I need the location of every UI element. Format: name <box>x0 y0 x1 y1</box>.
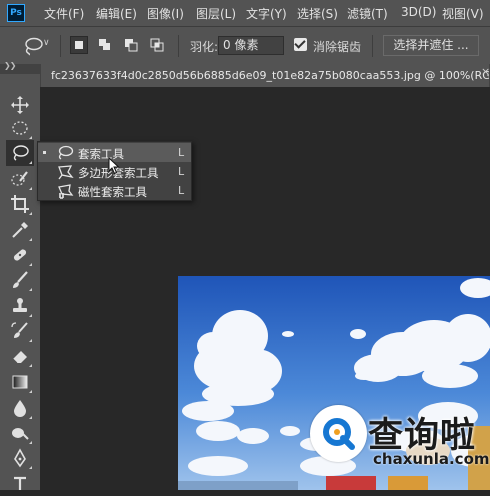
options-bar: ∨ 羽化: 0 像素 消除锯齿 选择并遮住 ... <box>0 26 490 64</box>
select-and-mask-button[interactable]: 选择并遮住 ... <box>383 35 479 56</box>
collapse-panel-icon[interactable]: ❯❯ <box>4 61 16 70</box>
menu-select[interactable]: 选择(S) <box>297 5 338 22</box>
divider <box>372 35 373 57</box>
blur-icon <box>14 400 26 417</box>
flyout-item-shortcut: L <box>178 165 185 178</box>
watermark-url: chaxunla.com <box>373 450 490 468</box>
move-icon <box>11 96 29 114</box>
pen-tool-button[interactable] <box>6 445 34 471</box>
menu-type[interactable]: 文字(Y) <box>246 5 287 22</box>
tool-group-indicator <box>29 136 32 139</box>
crop-icon <box>11 195 29 213</box>
clone-stamp-icon <box>13 298 27 312</box>
blur-tool-button[interactable] <box>6 395 34 421</box>
menu-filter[interactable]: 滤镜(T) <box>347 5 388 22</box>
flyout-item-shortcut: L <box>178 146 185 159</box>
close-tab-icon[interactable]: × <box>481 65 490 78</box>
pen-icon <box>14 448 26 468</box>
antialias-label: 消除锯齿 <box>313 40 362 54</box>
gradient-tool-button[interactable] <box>6 369 34 395</box>
eraser-tool-button[interactable] <box>6 343 34 369</box>
subtract-from-selection-button[interactable] <box>122 36 140 54</box>
eyedropper-tool-button[interactable] <box>6 217 34 243</box>
lasso-tool-button[interactable] <box>6 140 34 166</box>
menu-view[interactable]: 视图(V) <box>442 5 484 22</box>
marquee-tool-button[interactable] <box>6 115 34 141</box>
quick-selection-tool-button[interactable] <box>6 166 34 192</box>
menu-layer[interactable]: 图层(L) <box>196 5 236 22</box>
document-tab-bar: fc23637633f4d0c2850d56b6885d6e09_t01e82a… <box>40 64 490 87</box>
quick-selection-icon <box>11 171 28 186</box>
tool-group-indicator <box>29 238 32 241</box>
gradient-icon <box>12 375 28 389</box>
tool-group-indicator <box>29 364 32 367</box>
tool-group-indicator <box>29 416 32 419</box>
selected-bullet-icon <box>43 151 46 154</box>
brush-icon <box>13 271 28 288</box>
new-selection-button[interactable] <box>70 36 88 54</box>
flyout-item-shortcut: L <box>178 184 185 197</box>
history-brush-icon <box>11 322 28 338</box>
tool-group-indicator <box>29 339 32 342</box>
divider <box>60 35 61 57</box>
divider <box>178 35 179 57</box>
healing-brush-tool-button[interactable] <box>6 242 34 268</box>
tool-group-indicator <box>29 314 32 317</box>
antialias-checkbox[interactable] <box>294 38 307 51</box>
menu-edit[interactable]: 编辑(E) <box>96 5 137 22</box>
type-icon <box>14 476 26 490</box>
crop-tool-button[interactable] <box>6 191 34 217</box>
feather-label: 羽化: <box>190 40 219 54</box>
flyout-item-magnetic-lasso[interactable]: 磁性套索工具 L <box>38 181 191 200</box>
watermark-search-icon <box>321 416 355 450</box>
flyout-item-label: 磁性套索工具 <box>78 185 147 199</box>
tool-preset-chevron-icon[interactable]: ∨ <box>43 38 50 48</box>
dodge-tool-button[interactable] <box>6 420 34 446</box>
photoshop-logo: Ps <box>7 4 25 22</box>
menu-3d[interactable]: 3D(D) <box>401 5 436 19</box>
history-brush-tool-button[interactable] <box>6 318 34 344</box>
magnetic-lasso-icon <box>56 183 74 202</box>
document-tab[interactable]: fc23637633f4d0c2850d56b6885d6e09_t01e82a… <box>41 64 489 87</box>
lasso-icon <box>13 145 29 161</box>
tool-group-indicator <box>29 212 32 215</box>
tool-group-indicator <box>29 466 32 469</box>
tools-panel <box>0 74 40 490</box>
tool-group-indicator <box>29 390 32 393</box>
menu-bar: Ps 文件(F) 编辑(E) 图像(I) 图层(L) 文字(Y) 选择(S) 滤… <box>0 0 490 26</box>
tool-group-indicator <box>29 187 32 190</box>
mouse-cursor-icon <box>108 156 120 178</box>
tool-group-indicator <box>29 441 32 444</box>
tool-group-indicator <box>29 288 32 291</box>
eraser-icon <box>12 351 27 364</box>
marquee-icon <box>12 121 28 135</box>
healing-brush-icon <box>13 249 27 261</box>
feather-input[interactable]: 0 像素 <box>218 36 284 55</box>
intersect-selection-button[interactable] <box>148 36 166 54</box>
menu-file[interactable]: 文件(F) <box>44 5 84 22</box>
brush-tool-button[interactable] <box>6 267 34 293</box>
dodge-icon <box>12 428 29 440</box>
type-tool-button[interactable] <box>6 470 34 496</box>
eyedropper-icon <box>12 222 28 238</box>
tool-group-indicator <box>29 161 32 164</box>
tool-group-indicator <box>29 263 32 266</box>
add-to-selection-button[interactable] <box>96 36 114 54</box>
menu-image[interactable]: 图像(I) <box>147 5 184 22</box>
clone-stamp-tool-button[interactable] <box>6 293 34 319</box>
